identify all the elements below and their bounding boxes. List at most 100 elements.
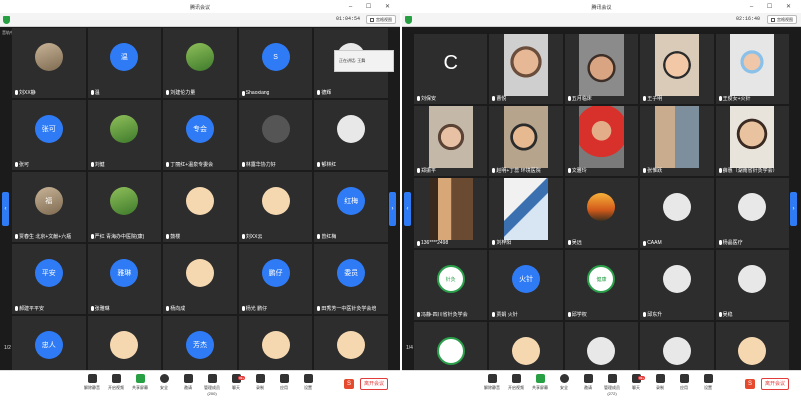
participant-tile[interactable]: 委员 田秀芳一中医针灸学会培 (314, 244, 388, 314)
participant-tile[interactable]: 杨向成 (163, 244, 237, 314)
window-controls[interactable]: – ☐ ✕ (750, 3, 797, 10)
meeting-clock: 02:16:40 (736, 16, 761, 22)
active-speaker-label: 正在讲话: 王舞 (339, 58, 366, 63)
participant-tile[interactable]: 杨晶医疗 (715, 178, 789, 248)
prev-page-arrow-icon[interactable]: ‹ (404, 192, 411, 226)
participant-tile[interactable]: 火针 贾娟 火针 (489, 250, 563, 320)
toolbar-label: 解除静音 (84, 385, 100, 390)
mic-muted-icon (241, 306, 245, 311)
participant-tile[interactable]: 刘XX静 (12, 28, 86, 98)
toolbar-share-screen-button[interactable]: 共享屏幕 (530, 374, 550, 391)
participant-tile[interactable]: C 刘保安 (414, 34, 488, 104)
next-page-arrow-icon[interactable]: › (790, 192, 797, 226)
participant-tile[interactable]: 严红 青海办中医院(康) (87, 172, 162, 242)
participant-tile[interactable]: 专会 丁丽红+温泉专委会 (163, 100, 237, 170)
participant-tile[interactable]: 王子明 (640, 34, 714, 104)
app-logo-icon[interactable]: S (344, 379, 354, 389)
toolbar-settings-button[interactable]: 设置 (298, 374, 318, 391)
toolbar-camera-button[interactable]: 开启视频 (106, 374, 126, 391)
toolbar-members-button[interactable]: 管理成员(200) (202, 374, 222, 396)
participant-tile[interactable]: 鹏仔 杨光 鹏仔 (238, 244, 313, 314)
participant-name: 吴稳 (718, 311, 733, 318)
participant-tile[interactable]: 林露华协力好 (238, 100, 313, 170)
participant-tile[interactable]: 刘健 (87, 100, 162, 170)
apps-icon (279, 374, 289, 383)
participant-name-label: 贾春生 北京+文献+六瓶 (19, 234, 72, 240)
toolbar-members-button[interactable]: 管理成员(272) (602, 374, 622, 396)
participant-tile[interactable]: 平安 郝建平平安 (12, 244, 86, 314)
participant-tile[interactable]: 136****2498 (414, 178, 488, 248)
toolbar-record-button[interactable]: 录制 (250, 374, 270, 391)
toolbar-mic-button[interactable]: 解除静音 (482, 374, 502, 391)
camera-icon (511, 374, 521, 383)
end-meeting-button[interactable]: 离开会议 (761, 378, 790, 390)
participant-tile[interactable]: 文雅玲 (564, 106, 639, 176)
toolbar-mic-button[interactable]: 解除静音 (82, 374, 102, 391)
participant-tile[interactable]: 温温 (87, 28, 162, 98)
window-controls[interactable]: – ☐ ✕ (349, 3, 396, 10)
participant-tile[interactable]: 曹悦 (489, 34, 563, 104)
mic-muted-icon (718, 96, 722, 101)
participant-tile[interactable]: 张惟跃 (640, 106, 714, 176)
participant-name: 杨向成 (166, 305, 185, 312)
toolbar-chat-button[interactable]: 聊天 99+ (626, 374, 646, 391)
participant-tile[interactable]: 雅琳 张雅琳 (87, 244, 162, 314)
app-logo-icon[interactable]: S (745, 379, 755, 389)
participant-tile[interactable]: 郁林红 (314, 100, 388, 170)
participant-tile[interactable]: 郑振平 (414, 106, 488, 176)
participant-tile[interactable]: 王俊女+火针 (715, 34, 789, 104)
toolbar-invite-button[interactable]: 邀请 (578, 374, 598, 391)
participant-name-label: Shaoxiang (245, 90, 270, 96)
toolbar-security-button[interactable]: 安全 (554, 374, 574, 391)
participant-tile[interactable]: 张可 张可 (12, 100, 86, 170)
participant-tile[interactable]: 赵明+丁蕊 环境医院 (489, 106, 563, 176)
participant-tile[interactable]: 刘梓阳 (489, 178, 563, 248)
participant-tile[interactable]: CAAM (640, 178, 714, 248)
toolbar-share-screen-button[interactable]: 共享屏幕 (130, 374, 150, 391)
active-speaker-overlay[interactable]: 正在讲话: 王舞 (334, 50, 394, 72)
info-bar: 02:16:40 宫格视图 (402, 13, 801, 27)
participant-avatar (110, 187, 139, 216)
toolbar-chat-button[interactable]: 聊天 99+ (226, 374, 246, 391)
participant-name-label: 刘XX静 (19, 90, 36, 96)
participant-tile[interactable]: 邱东升 (640, 250, 714, 320)
participant-name-label: 吴稳 (722, 312, 733, 318)
participant-tile[interactable]: 刘建伦力量 (163, 28, 237, 98)
participant-avatar (337, 331, 366, 360)
participant-avatar: 平安 (34, 259, 63, 288)
participant-video (654, 34, 699, 96)
participant-tile[interactable]: 五月临床 (564, 34, 639, 104)
participant-tile[interactable]: 吴远 (564, 178, 639, 248)
gallery-view-label: 宫格视图 (777, 17, 793, 22)
participant-tile[interactable]: 福贾春生 北京+文献+六瓶 (12, 172, 86, 242)
toolbar-settings-button[interactable]: 设置 (698, 374, 718, 391)
participant-avatar (34, 43, 63, 72)
end-meeting-button[interactable]: 离开会议 (360, 378, 389, 390)
participant-tile[interactable]: 薛惠（湖南省针灸学会） (715, 106, 789, 176)
participant-tile[interactable]: 鼓楼 (163, 172, 237, 242)
security-shield-icon[interactable] (3, 16, 10, 24)
security-shield-icon[interactable] (405, 16, 412, 24)
invite-icon (583, 374, 593, 383)
participant-tile[interactable]: 针灸 冯静-四川省针灸学会 (414, 250, 488, 320)
toolbar-camera-button[interactable]: 开启视频 (506, 374, 526, 391)
participant-tile[interactable]: 刘XX云 (238, 172, 313, 242)
toolbar-security-button[interactable]: 安全 (154, 374, 174, 391)
members-icon (607, 374, 617, 383)
avatar-text: 针灸 (445, 276, 456, 283)
avatar-text: 张可 (41, 126, 56, 134)
gallery-view-button[interactable]: 宫格视图 (767, 15, 797, 24)
prev-page-arrow-icon[interactable]: ‹ (2, 192, 9, 226)
participant-tile[interactable]: 吴稳 (715, 250, 789, 320)
toolbar-record-button[interactable]: 录制 (650, 374, 670, 391)
participant-tile[interactable]: S Shaoxiang (238, 28, 313, 98)
participant-tile[interactable]: 红梅 曾红梅 (314, 172, 388, 242)
participant-tile[interactable]: 健康 邱学权 (564, 250, 639, 320)
toolbar-invite-button[interactable]: 邀请 (178, 374, 198, 391)
next-page-arrow-icon[interactable]: › (389, 192, 396, 226)
participant-name-label: 赵明+丁蕊 环境医院 (496, 168, 541, 174)
toolbar-apps-button[interactable]: 应用 (274, 374, 294, 391)
title-bar: 腾讯会议 – ☐ ✕ (402, 0, 801, 13)
toolbar-apps-button[interactable]: 应用 (674, 374, 694, 391)
gallery-view-button[interactable]: 宫格视图 (366, 15, 396, 24)
